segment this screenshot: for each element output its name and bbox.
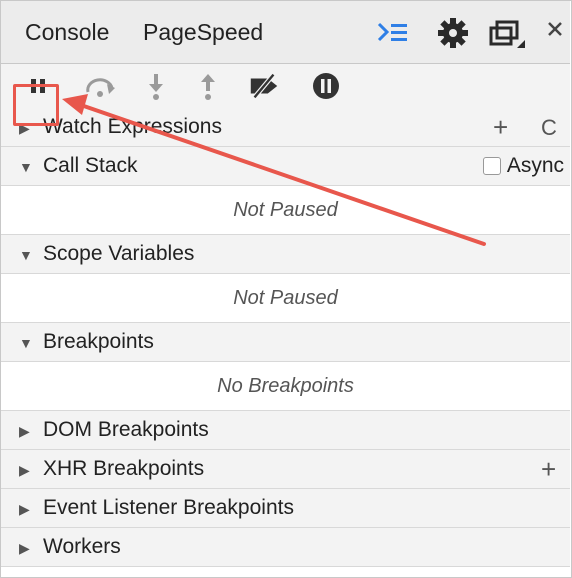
drawer-icon[interactable]	[373, 16, 413, 53]
collapse-triangle-icon: ▼	[19, 247, 33, 263]
section-label: XHR Breakpoints	[43, 457, 205, 480]
section-label: Watch Expressions	[43, 115, 222, 138]
section-call-stack[interactable]: ▼ Call Stack Async	[1, 147, 570, 186]
step-over-icon[interactable]	[83, 70, 117, 102]
annotation-highlight-box	[13, 84, 59, 126]
add-xhr-breakpoint-button[interactable]: +	[541, 454, 556, 485]
section-label: Call Stack	[43, 154, 138, 177]
async-label: Async	[506, 154, 564, 177]
call-stack-empty: Not Paused	[1, 186, 570, 235]
step-into-icon[interactable]	[139, 70, 173, 102]
expand-triangle-icon: ▶	[19, 501, 30, 517]
expand-triangle-icon: ▶	[19, 540, 30, 556]
dock-icon[interactable]	[487, 16, 527, 55]
pause-on-exceptions-icon[interactable]	[309, 70, 343, 102]
section-workers[interactable]: ▶ Workers	[1, 528, 570, 567]
expand-triangle-icon: ▶	[19, 423, 30, 439]
scope-empty: Not Paused	[1, 274, 570, 323]
tab-pagespeed[interactable]: PageSpeed	[143, 19, 263, 46]
add-watch-button[interactable]: +	[493, 112, 508, 143]
tab-console[interactable]: Console	[25, 19, 109, 46]
breakpoints-empty: No Breakpoints	[1, 362, 570, 411]
empty-message: No Breakpoints	[217, 374, 354, 397]
async-toggle[interactable]: Async	[482, 154, 564, 178]
deactivate-breakpoints-icon[interactable]	[247, 70, 281, 102]
section-event-listener-breakpoints[interactable]: ▶ Event Listener Breakpoints	[1, 489, 570, 528]
section-label: Event Listener Breakpoints	[43, 496, 294, 519]
collapse-triangle-icon: ▼	[19, 335, 33, 351]
section-dom-breakpoints[interactable]: ▶ DOM Breakpoints	[1, 411, 570, 450]
close-icon[interactable]	[545, 19, 565, 44]
section-label: Workers	[43, 535, 121, 558]
expand-triangle-icon: ▶	[19, 462, 30, 478]
refresh-watch-button[interactable]: C	[541, 115, 557, 141]
gear-icon[interactable]	[435, 16, 471, 55]
debugger-toolbar	[1, 64, 570, 109]
section-scope-variables[interactable]: ▼ Scope Variables	[1, 235, 570, 274]
tab-bar: Console PageSpeed	[1, 1, 570, 64]
section-xhr-breakpoints[interactable]: ▶ XHR Breakpoints +	[1, 450, 570, 489]
section-label: Breakpoints	[43, 330, 154, 353]
section-breakpoints[interactable]: ▼ Breakpoints	[1, 323, 570, 362]
async-checkbox[interactable]	[482, 157, 501, 175]
section-label: Scope Variables	[43, 242, 195, 265]
empty-message: Not Paused	[233, 198, 338, 221]
section-watch-expressions[interactable]: ▶ Watch Expressions + C	[1, 108, 570, 147]
step-out-icon[interactable]	[191, 70, 225, 102]
empty-message: Not Paused	[233, 286, 338, 309]
collapse-triangle-icon: ▼	[19, 159, 33, 175]
section-label: DOM Breakpoints	[43, 418, 209, 441]
